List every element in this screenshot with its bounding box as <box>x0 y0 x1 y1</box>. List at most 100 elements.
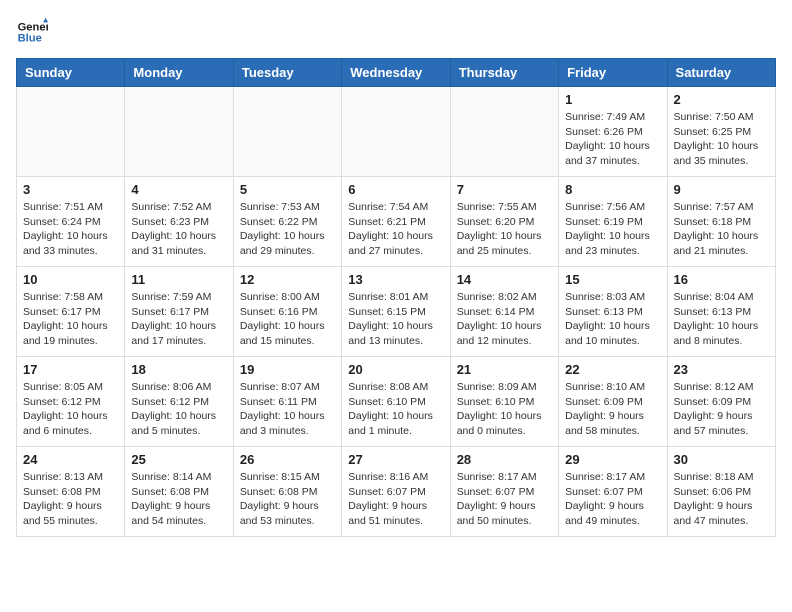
day-info: Sunrise: 8:03 AM Sunset: 6:13 PM Dayligh… <box>565 290 660 349</box>
calendar-cell: 15 Sunrise: 8:03 AM Sunset: 6:13 PM Dayli… <box>559 267 667 357</box>
week-row-1: 1 Sunrise: 7:49 AM Sunset: 6:26 PM Daylig… <box>17 87 776 177</box>
calendar-cell: 23 Sunrise: 8:12 AM Sunset: 6:09 PM Dayli… <box>667 357 775 447</box>
day-number: 1 <box>565 92 660 107</box>
day-number: 21 <box>457 362 552 377</box>
day-info: Sunrise: 8:14 AM Sunset: 6:08 PM Dayligh… <box>131 470 226 529</box>
week-row-4: 17 Sunrise: 8:05 AM Sunset: 6:12 PM Dayli… <box>17 357 776 447</box>
day-number: 28 <box>457 452 552 467</box>
calendar-cell: 4 Sunrise: 7:52 AM Sunset: 6:23 PM Daylig… <box>125 177 233 267</box>
day-info: Sunrise: 8:08 AM Sunset: 6:10 PM Dayligh… <box>348 380 443 439</box>
day-info: Sunrise: 8:06 AM Sunset: 6:12 PM Dayligh… <box>131 380 226 439</box>
day-number: 10 <box>23 272 118 287</box>
day-number: 4 <box>131 182 226 197</box>
day-info: Sunrise: 8:15 AM Sunset: 6:08 PM Dayligh… <box>240 470 335 529</box>
calendar-cell <box>233 87 341 177</box>
day-info: Sunrise: 7:55 AM Sunset: 6:20 PM Dayligh… <box>457 200 552 259</box>
day-info: Sunrise: 7:57 AM Sunset: 6:18 PM Dayligh… <box>674 200 769 259</box>
day-info: Sunrise: 7:59 AM Sunset: 6:17 PM Dayligh… <box>131 290 226 349</box>
calendar-cell: 29Sunrise: 8:17 AM Sunset: 6:07 PM Dayli… <box>559 447 667 537</box>
day-number: 2 <box>674 92 769 107</box>
day-number: 16 <box>674 272 769 287</box>
calendar-cell: 25Sunrise: 8:14 AM Sunset: 6:08 PM Dayli… <box>125 447 233 537</box>
day-info: Sunrise: 8:12 AM Sunset: 6:09 PM Dayligh… <box>674 380 769 439</box>
calendar-cell: 9 Sunrise: 7:57 AM Sunset: 6:18 PM Daylig… <box>667 177 775 267</box>
calendar-cell <box>17 87 125 177</box>
day-number: 11 <box>131 272 226 287</box>
day-number: 22 <box>565 362 660 377</box>
weekday-header-thursday: Thursday <box>450 59 558 87</box>
day-info: Sunrise: 7:54 AM Sunset: 6:21 PM Dayligh… <box>348 200 443 259</box>
day-info: Sunrise: 8:07 AM Sunset: 6:11 PM Dayligh… <box>240 380 335 439</box>
calendar-cell: 28 Sunrise: 8:17 AM Sunset: 6:07 PM Dayli… <box>450 447 558 537</box>
weekday-header-sunday: Sunday <box>17 59 125 87</box>
day-number: 14 <box>457 272 552 287</box>
day-number: 27 <box>348 452 443 467</box>
calendar-cell: 21Sunrise: 8:09 AM Sunset: 6:10 PM Dayli… <box>450 357 558 447</box>
header: General Blue <box>16 16 776 48</box>
calendar-cell: 26 Sunrise: 8:15 AM Sunset: 6:08 PM Dayli… <box>233 447 341 537</box>
calendar-cell: 17 Sunrise: 8:05 AM Sunset: 6:12 PM Dayli… <box>17 357 125 447</box>
day-info: Sunrise: 8:00 AM Sunset: 6:16 PM Dayligh… <box>240 290 335 349</box>
calendar-cell: 16 Sunrise: 8:04 AM Sunset: 6:13 PM Dayli… <box>667 267 775 357</box>
calendar-cell: 27 Sunrise: 8:16 AM Sunset: 6:07 PM Dayli… <box>342 447 450 537</box>
day-info: Sunrise: 8:18 AM Sunset: 6:06 PM Dayligh… <box>674 470 769 529</box>
day-number: 13 <box>348 272 443 287</box>
calendar-cell: 8Sunrise: 7:56 AM Sunset: 6:19 PM Daylig… <box>559 177 667 267</box>
day-number: 7 <box>457 182 552 197</box>
day-info: Sunrise: 7:49 AM Sunset: 6:26 PM Dayligh… <box>565 110 660 169</box>
calendar-cell <box>342 87 450 177</box>
week-row-5: 24 Sunrise: 8:13 AM Sunset: 6:08 PM Dayli… <box>17 447 776 537</box>
day-info: Sunrise: 8:13 AM Sunset: 6:08 PM Dayligh… <box>23 470 118 529</box>
weekday-header-friday: Friday <box>559 59 667 87</box>
day-number: 15 <box>565 272 660 287</box>
day-info: Sunrise: 8:04 AM Sunset: 6:13 PM Dayligh… <box>674 290 769 349</box>
day-info: Sunrise: 7:58 AM Sunset: 6:17 PM Dayligh… <box>23 290 118 349</box>
calendar-cell: 30 Sunrise: 8:18 AM Sunset: 6:06 PM Dayli… <box>667 447 775 537</box>
day-number: 9 <box>674 182 769 197</box>
weekday-header-monday: Monday <box>125 59 233 87</box>
calendar-cell: 10 Sunrise: 7:58 AM Sunset: 6:17 PM Dayli… <box>17 267 125 357</box>
day-info: Sunrise: 8:17 AM Sunset: 6:07 PM Dayligh… <box>457 470 552 529</box>
week-row-2: 3Sunrise: 7:51 AM Sunset: 6:24 PM Daylig… <box>17 177 776 267</box>
calendar-cell: 6 Sunrise: 7:54 AM Sunset: 6:21 PM Daylig… <box>342 177 450 267</box>
day-number: 20 <box>348 362 443 377</box>
calendar-cell: 18Sunrise: 8:06 AM Sunset: 6:12 PM Dayli… <box>125 357 233 447</box>
calendar-cell: 1 Sunrise: 7:49 AM Sunset: 6:26 PM Daylig… <box>559 87 667 177</box>
calendar-cell: 2 Sunrise: 7:50 AM Sunset: 6:25 PM Daylig… <box>667 87 775 177</box>
day-info: Sunrise: 8:02 AM Sunset: 6:14 PM Dayligh… <box>457 290 552 349</box>
day-number: 8 <box>565 182 660 197</box>
calendar: SundayMondayTuesdayWednesdayThursdayFrid… <box>16 58 776 537</box>
calendar-cell: 24 Sunrise: 8:13 AM Sunset: 6:08 PM Dayli… <box>17 447 125 537</box>
day-info: Sunrise: 8:05 AM Sunset: 6:12 PM Dayligh… <box>23 380 118 439</box>
calendar-cell: 11 Sunrise: 7:59 AM Sunset: 6:17 PM Dayli… <box>125 267 233 357</box>
calendar-cell: 13Sunrise: 8:01 AM Sunset: 6:15 PM Dayli… <box>342 267 450 357</box>
calendar-cell: 5 Sunrise: 7:53 AM Sunset: 6:22 PM Daylig… <box>233 177 341 267</box>
weekday-header-row: SundayMondayTuesdayWednesdayThursdayFrid… <box>17 59 776 87</box>
weekday-header-wednesday: Wednesday <box>342 59 450 87</box>
day-number: 17 <box>23 362 118 377</box>
day-info: Sunrise: 7:50 AM Sunset: 6:25 PM Dayligh… <box>674 110 769 169</box>
day-number: 30 <box>674 452 769 467</box>
calendar-cell: 3Sunrise: 7:51 AM Sunset: 6:24 PM Daylig… <box>17 177 125 267</box>
day-info: Sunrise: 7:53 AM Sunset: 6:22 PM Dayligh… <box>240 200 335 259</box>
calendar-cell <box>125 87 233 177</box>
svg-text:Blue: Blue <box>18 33 42 45</box>
calendar-cell: 12 Sunrise: 8:00 AM Sunset: 6:16 PM Dayli… <box>233 267 341 357</box>
day-number: 26 <box>240 452 335 467</box>
calendar-cell: 22Sunrise: 8:10 AM Sunset: 6:09 PM Dayli… <box>559 357 667 447</box>
calendar-cell: 19 Sunrise: 8:07 AM Sunset: 6:11 PM Dayli… <box>233 357 341 447</box>
day-number: 12 <box>240 272 335 287</box>
day-number: 19 <box>240 362 335 377</box>
day-number: 5 <box>240 182 335 197</box>
day-number: 6 <box>348 182 443 197</box>
calendar-cell <box>450 87 558 177</box>
day-number: 23 <box>674 362 769 377</box>
calendar-cell: 7 Sunrise: 7:55 AM Sunset: 6:20 PM Daylig… <box>450 177 558 267</box>
day-info: Sunrise: 8:16 AM Sunset: 6:07 PM Dayligh… <box>348 470 443 529</box>
logo-icon: General Blue <box>16 16 48 48</box>
day-info: Sunrise: 8:17 AM Sunset: 6:07 PM Dayligh… <box>565 470 660 529</box>
week-row-3: 10 Sunrise: 7:58 AM Sunset: 6:17 PM Dayli… <box>17 267 776 357</box>
day-info: Sunrise: 7:52 AM Sunset: 6:23 PM Dayligh… <box>131 200 226 259</box>
svg-text:General: General <box>18 21 48 33</box>
day-number: 24 <box>23 452 118 467</box>
